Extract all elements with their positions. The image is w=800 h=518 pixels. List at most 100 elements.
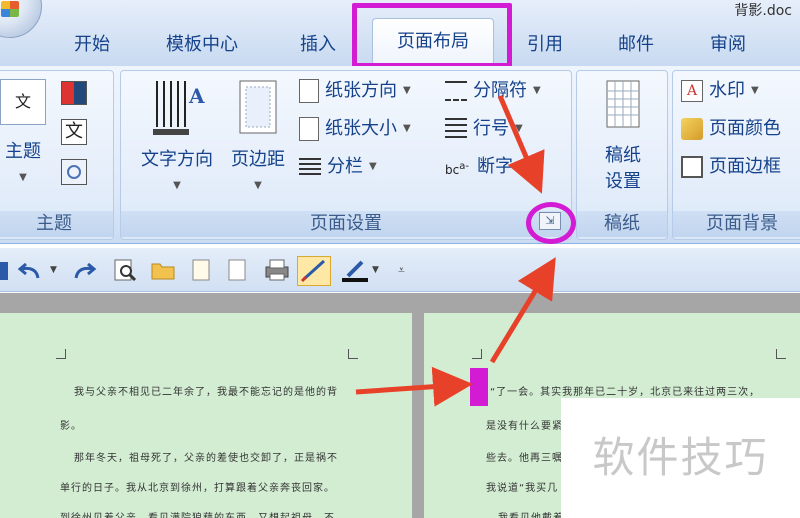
office-logo-icon	[1, 1, 19, 17]
doc-line: 是没有什么要紧	[486, 421, 563, 432]
chevron-down-icon: ▼	[173, 180, 181, 191]
margins-label: 页边距	[231, 149, 285, 170]
chevron-down-icon: ▼	[403, 123, 411, 134]
page-color-button[interactable]: 页面颜色	[681, 113, 781, 145]
chevron-down-icon: ▼	[254, 180, 262, 191]
hyphenation-icon: bca-	[445, 161, 469, 177]
group-label-themes: 主题	[0, 211, 113, 237]
chevron-down-icon: ▼	[403, 85, 411, 96]
margin-corner-mark	[472, 349, 482, 359]
group-manuscript: 稿纸 设置 稿纸	[576, 70, 668, 240]
undo-dropdown-icon[interactable]: ▼	[50, 258, 62, 282]
watermark-button[interactable]: A 水印 ▼	[681, 75, 759, 107]
themes-label: 主题	[5, 141, 41, 162]
size-label: 纸张大小	[325, 118, 397, 139]
orientation-icon	[299, 79, 319, 103]
tab-review[interactable]: 审阅	[710, 30, 746, 56]
tab-template-center[interactable]: 模板中心	[166, 30, 238, 56]
tab-home[interactable]: 开始	[74, 30, 110, 56]
open-folder-icon[interactable]	[150, 258, 176, 282]
group-page-setup: A 文字方向 ▼ 页边距 ▼ 纸张方向 ▼ 纸张大小 ▼ 分栏 ▼ 分隔符 ▼ 行号	[120, 70, 572, 240]
size-button[interactable]: 纸张大小 ▼	[299, 113, 411, 145]
page-color-label: 页面颜色	[709, 118, 781, 139]
text-direction-button[interactable]: A 文字方向 ▼	[129, 77, 225, 199]
group-label-manuscript: 稿纸	[577, 211, 667, 237]
manuscript-settings-button[interactable]: 稿纸 设置	[585, 79, 661, 195]
orientation-button[interactable]: 纸张方向 ▼	[299, 75, 411, 107]
redo-icon[interactable]	[72, 258, 98, 282]
ribbon: 文 主题 ▼ 文 主题 A 文字方向 ▼ 页边距 ▼ 纸张方向 ▼ 纸张大小 ▼…	[0, 66, 800, 244]
orientation-label: 纸张方向	[325, 80, 397, 101]
doc-line: 些去。他再三嘱	[486, 453, 563, 464]
paint-bucket-icon	[681, 118, 703, 140]
text-direction-label: 文字方向	[141, 149, 213, 170]
watermark-label: 水印	[709, 80, 745, 101]
margin-corner-mark	[348, 349, 358, 359]
new-document-icon[interactable]	[188, 258, 214, 282]
columns-icon	[299, 158, 321, 176]
theme-fonts-icon[interactable]: 文	[61, 119, 87, 145]
doc-line: 影。	[60, 421, 82, 432]
paper-size-icon	[299, 117, 319, 141]
watermark-overlay: 软件技巧	[561, 398, 800, 518]
print-icon[interactable]	[264, 258, 290, 282]
window-title: 背影.doc	[734, 3, 792, 19]
margin-corner-mark	[56, 349, 66, 359]
highlight-box-page-layout	[352, 3, 512, 68]
line-numbers-label: 行号	[473, 118, 509, 139]
customize-toolbar-icon[interactable]: ⩡	[398, 258, 412, 282]
tab-mailings[interactable]: 邮件	[618, 30, 654, 56]
office-button[interactable]	[0, 0, 42, 38]
margins-button[interactable]: 页边距 ▼	[225, 77, 291, 199]
print-preview-icon[interactable]	[112, 258, 138, 282]
doc-line: 我说道“我买几	[486, 483, 559, 494]
themes-button[interactable]: 文 主题 ▼	[0, 79, 51, 191]
blank-page-icon[interactable]	[224, 258, 250, 282]
watermark-icon: A	[681, 80, 703, 102]
columns-label: 分栏	[327, 156, 363, 177]
chevron-down-icon: ▼	[515, 123, 523, 134]
group-label-page-setup: 页面设置	[121, 211, 571, 237]
theme-effects-icon[interactable]	[61, 159, 87, 185]
undo-icon[interactable]	[17, 258, 44, 282]
group-themes: 文 主题 ▼ 文 主题	[0, 70, 114, 240]
manuscript-label-line2: 设置	[605, 171, 641, 192]
group-page-background: A 水印 ▼ 页面颜色 页面边框 页面背景	[672, 70, 800, 240]
page-borders-button[interactable]: 页面边框	[681, 151, 781, 183]
page-border-icon	[681, 156, 703, 178]
chevron-down-icon: ▼	[751, 85, 759, 96]
chevron-down-icon: ▼	[369, 161, 377, 172]
chevron-down-icon: ▼	[19, 172, 27, 183]
doc-line: 那年冬天，祖母死了，父亲的差使也交卸了，正是祸不	[74, 453, 338, 464]
hyphenation-button[interactable]: bca- 断字	[445, 151, 513, 183]
chevron-down-icon: ▼	[533, 85, 541, 96]
margins-icon	[239, 80, 277, 134]
text-direction-icon: A	[153, 81, 205, 135]
page-borders-label: 页面边框	[709, 156, 781, 177]
theme-colors-icon[interactable]	[61, 81, 87, 105]
highlighter-icon[interactable]	[340, 258, 370, 282]
breaks-icon	[445, 81, 467, 101]
breaks-button[interactable]: 分隔符 ▼	[445, 75, 541, 107]
document-page-left[interactable]: 我与父亲不相见已二年余了，我最不能忘记的是他的背 影。 那年冬天，祖母死了，父亲…	[0, 313, 412, 518]
columns-button[interactable]: 分栏 ▼	[299, 151, 377, 183]
group-label-page-background: 页面背景	[673, 211, 800, 237]
doc-line: 单行的日子。我从北京到徐州，打算跟着父亲奔丧回家。	[60, 483, 335, 494]
line-numbers-button[interactable]: 行号 ▼	[445, 113, 523, 145]
pen-tool-icon[interactable]	[297, 256, 331, 286]
hyphenation-label: 断字	[477, 156, 513, 177]
doc-line: 到徐州见着父亲，看见满院狼藉的东西，又想起祖母，不	[60, 509, 335, 518]
tab-references[interactable]: 引用	[527, 30, 563, 56]
manuscript-icon	[606, 80, 640, 128]
cursor-position-marker	[470, 368, 488, 406]
manuscript-label-line1: 稿纸	[605, 145, 641, 166]
svg-text:A: A	[188, 84, 205, 108]
tab-insert[interactable]: 插入	[300, 30, 336, 56]
doc-line: “了一会。其实我那年已二十岁，北京已来往过两三次，	[490, 387, 761, 398]
highlight-circle-launcher	[526, 202, 576, 244]
toolbar-edge-icon	[0, 262, 8, 280]
margin-corner-mark	[776, 349, 786, 359]
line-numbers-icon	[445, 118, 467, 140]
doc-line: 我与父亲不相见已二年余了，我最不能忘记的是他的背	[74, 387, 338, 398]
highlighter-dropdown-icon[interactable]: ▼	[372, 258, 384, 282]
